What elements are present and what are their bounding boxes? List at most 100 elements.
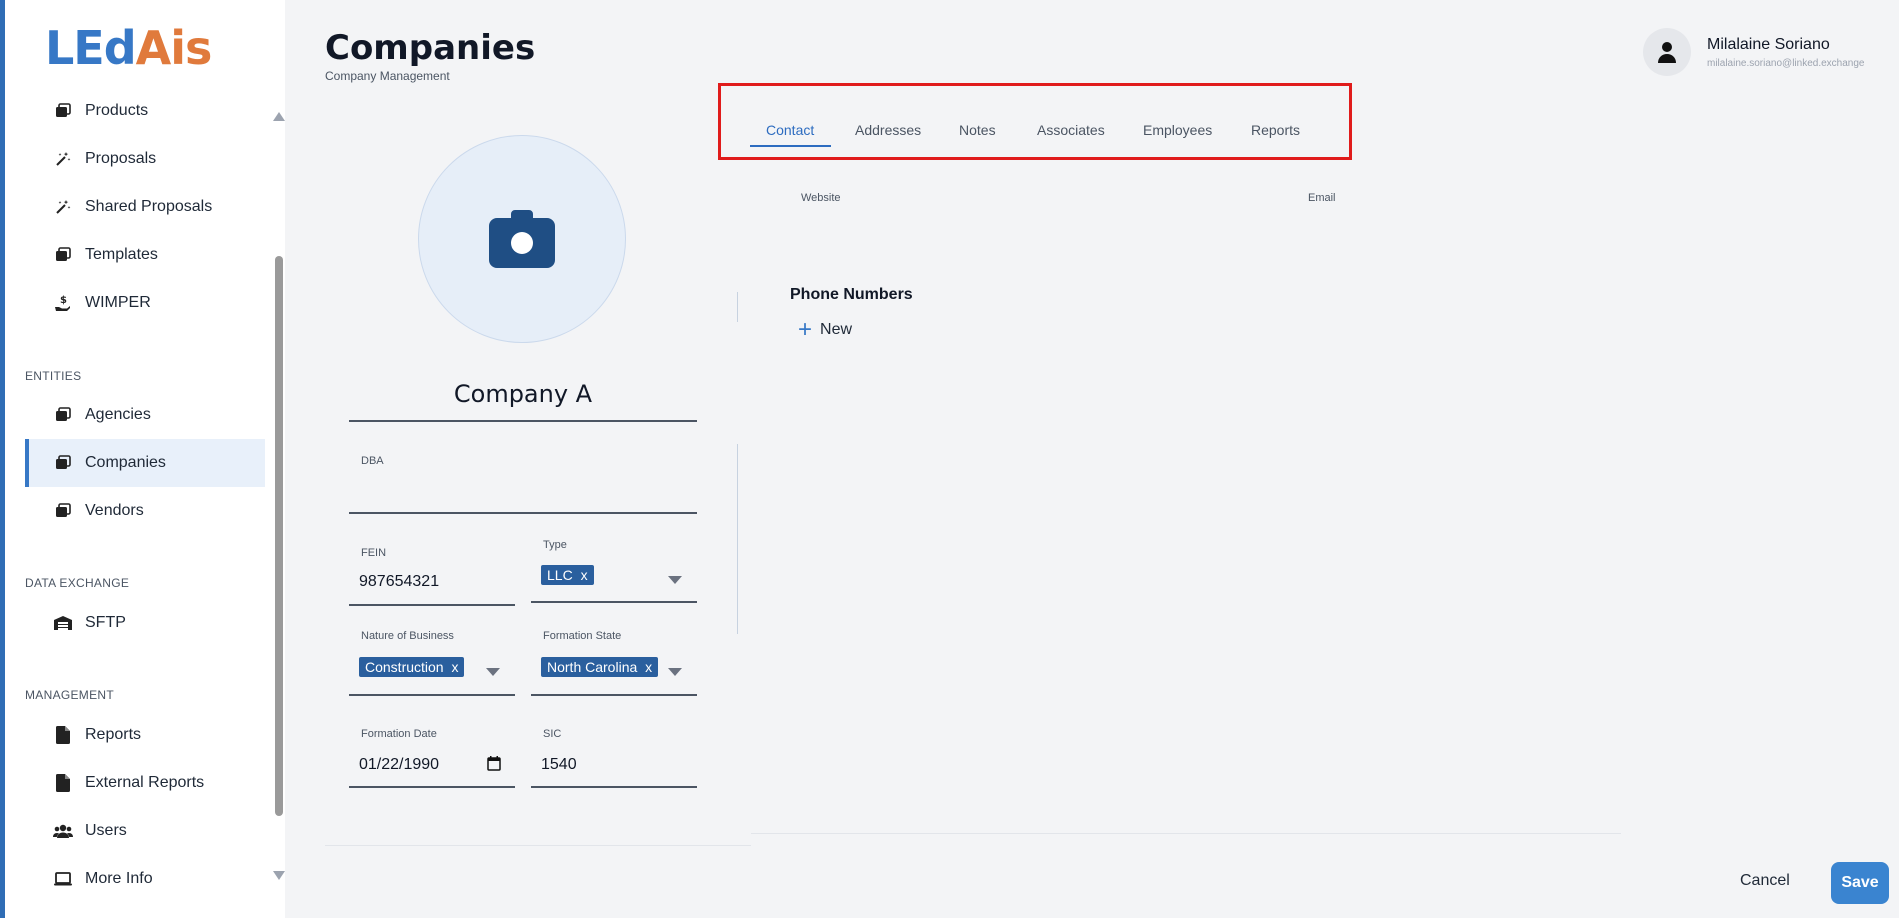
- website-label: Website: [801, 192, 841, 204]
- camera-icon: [489, 210, 555, 268]
- plus-icon: +: [798, 316, 813, 343]
- add-phone-button[interactable]: + New: [798, 316, 853, 343]
- type-chip: LLC x: [541, 565, 594, 585]
- fein-underline: [349, 604, 515, 606]
- save-button[interactable]: Save: [1831, 862, 1889, 904]
- state-chip: North Carolina x: [541, 657, 659, 677]
- calendar-icon[interactable]: [487, 756, 501, 771]
- sidebar-item-label: Companies: [85, 454, 166, 471]
- page-subtitle: Company Management: [325, 69, 450, 83]
- sidebar-item-label: More Info: [85, 870, 153, 887]
- sidebar-item-label: Templates: [85, 246, 158, 263]
- hand-dollar-icon: $: [53, 293, 73, 313]
- sidebar-item-label: Users: [85, 822, 127, 839]
- fein-field[interactable]: 987654321: [359, 573, 439, 591]
- laptop-icon: [53, 869, 73, 889]
- magic-wand-icon: [53, 197, 73, 217]
- avatar[interactable]: [1643, 28, 1691, 76]
- chip-remove-button[interactable]: x: [451, 659, 458, 675]
- column-divider: [737, 292, 738, 322]
- magic-wand-icon: [53, 149, 73, 169]
- sidebar-item-label: External Reports: [85, 774, 205, 791]
- company-name-underline: [349, 420, 697, 422]
- sidebar-item-label: Vendors: [85, 502, 144, 519]
- sidebar-item-users[interactable]: Users: [25, 807, 265, 855]
- sidebar-item-label: WIMPER: [85, 294, 151, 311]
- dba-field[interactable]: [361, 480, 691, 504]
- page-title: Companies: [325, 28, 536, 68]
- user-email: milalaine.soriano@linked.exchange: [1707, 57, 1865, 69]
- section-label-data-exchange: DATA EXCHANGE: [25, 576, 130, 590]
- sidebar-item-proposals[interactable]: Proposals: [25, 135, 265, 183]
- form-divider: [325, 845, 751, 846]
- fein-label: FEIN: [361, 547, 387, 559]
- nature-underline: [349, 694, 515, 696]
- column-divider: [737, 444, 738, 634]
- tab-associates[interactable]: Associates: [1037, 122, 1105, 138]
- sidebar-item-more-info[interactable]: More Info: [25, 855, 265, 903]
- warehouse-icon: [53, 613, 73, 633]
- sic-label: SIC: [543, 728, 562, 740]
- sidebar: LEdAis Products Proposals Shared Proposa…: [5, 0, 285, 918]
- svg-text:$: $: [60, 295, 67, 306]
- sidebar-item-shared-proposals[interactable]: Shared Proposals: [25, 183, 265, 231]
- sidebar-item-vendors[interactable]: Vendors: [25, 487, 265, 535]
- sidebar-item-reports[interactable]: Reports: [25, 711, 265, 759]
- user-icon: [1658, 42, 1676, 63]
- sidebar-item-templates[interactable]: Templates: [25, 231, 265, 279]
- section-label-management: MANAGEMENT: [25, 688, 115, 702]
- sidebar-item-external-reports[interactable]: External Reports: [25, 759, 265, 807]
- type-dropdown-arrow-icon[interactable]: [668, 576, 682, 584]
- sidebar-item-companies[interactable]: Companies: [25, 439, 265, 487]
- file-icon: [53, 725, 73, 745]
- date-label: Formation Date: [361, 728, 437, 740]
- sidebar-item-wimper[interactable]: $ WIMPER: [25, 279, 265, 327]
- phone-numbers-heading: Phone Numbers: [790, 286, 913, 303]
- chip-remove-button[interactable]: x: [581, 567, 588, 583]
- sidebar-item-label: SFTP: [85, 614, 126, 631]
- stack-icon: [53, 453, 73, 473]
- nature-label: Nature of Business: [361, 630, 454, 642]
- scroll-up-arrow-icon[interactable]: [273, 112, 285, 121]
- sidebar-item-label: Reports: [85, 726, 142, 743]
- tab-employees[interactable]: Employees: [1143, 122, 1212, 138]
- stack-icon: [53, 501, 73, 521]
- formation-date-field[interactable]: 01/22/1990: [359, 756, 439, 774]
- tab-reports[interactable]: Reports: [1251, 122, 1300, 138]
- stack-icon: [53, 101, 73, 121]
- sidebar-item-label: Agencies: [85, 406, 151, 423]
- chip-remove-button[interactable]: x: [645, 659, 652, 675]
- sidebar-item-label: Products: [85, 102, 149, 119]
- dba-underline: [349, 512, 697, 514]
- company-name-field[interactable]: Company A: [349, 380, 697, 408]
- sidebar-scrollbar-thumb[interactable]: [275, 256, 283, 816]
- tab-contact[interactable]: Contact: [766, 122, 814, 138]
- sidebar-item-products[interactable]: Products: [25, 87, 265, 135]
- users-icon: [53, 821, 73, 841]
- app-logo[interactable]: LEdAis: [45, 20, 212, 76]
- stack-icon: [53, 405, 73, 425]
- stack-icon: [53, 245, 73, 265]
- tab-addresses[interactable]: Addresses: [855, 122, 921, 138]
- sic-underline: [531, 786, 697, 788]
- scroll-down-arrow-icon[interactable]: [273, 871, 285, 880]
- nature-dropdown-arrow-icon[interactable]: [486, 668, 500, 676]
- tab-notes[interactable]: Notes: [959, 122, 996, 138]
- company-photo-upload[interactable]: [418, 135, 626, 343]
- state-dropdown-arrow-icon[interactable]: [668, 668, 682, 676]
- section-label-entities: ENTITIES: [25, 369, 82, 383]
- main-content: Companies Company Management Milalaine S…: [285, 0, 1899, 918]
- type-label: Type: [543, 539, 567, 551]
- sidebar-item-label: Proposals: [85, 150, 157, 167]
- add-phone-label: New: [820, 321, 853, 338]
- type-underline: [531, 601, 697, 603]
- state-underline: [531, 694, 697, 696]
- sidebar-item-sftp[interactable]: SFTP: [25, 599, 265, 647]
- user-menu[interactable]: Milalaine Soriano milalaine.soriano@link…: [1643, 28, 1864, 76]
- sidebar-item-agencies[interactable]: Agencies: [25, 391, 265, 439]
- sic-field[interactable]: 1540: [541, 756, 577, 774]
- state-label: Formation State: [543, 630, 622, 642]
- active-tab-indicator: [750, 145, 831, 147]
- cancel-button[interactable]: Cancel: [1740, 872, 1790, 890]
- nature-chip: Construction x: [359, 657, 465, 677]
